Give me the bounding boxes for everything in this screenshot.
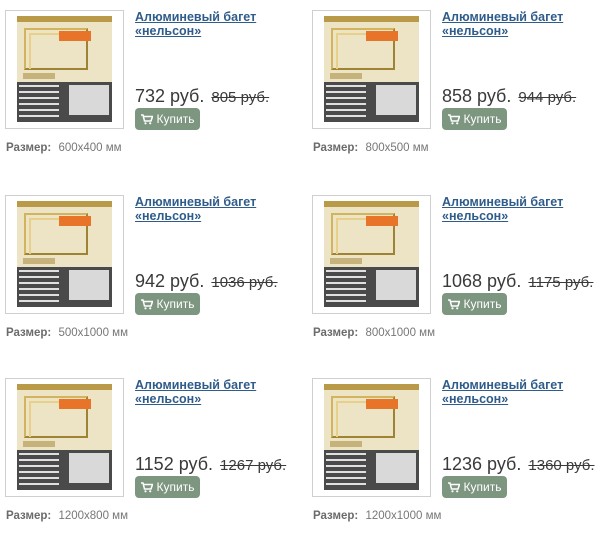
- package-image: [17, 16, 112, 122]
- product-title-link[interactable]: Алюминевый багет «нельсон»: [442, 10, 602, 38]
- product-image[interactable]: [5, 10, 124, 129]
- size-info: Размер: 500x1000 мм: [6, 327, 128, 339]
- buy-button[interactable]: Купить: [135, 293, 200, 315]
- price: 942 руб. 1036 руб.: [135, 271, 278, 292]
- size-value: 600x400 мм: [58, 142, 122, 154]
- size-label: Размер:: [313, 142, 359, 154]
- buy-button-label: Купить: [463, 297, 502, 311]
- buy-button[interactable]: Купить: [135, 108, 200, 130]
- product-card: Алюминевый багет «нельсон» 1068 руб. 117…: [307, 185, 607, 360]
- package-image: [17, 384, 112, 490]
- product-title-line1: Алюминевый багет: [442, 195, 564, 209]
- product-title-line2: «нельсон»: [135, 24, 202, 38]
- size-value: 500x1000 мм: [58, 327, 128, 339]
- product-title-link[interactable]: Алюминевый багет «нельсон»: [442, 195, 602, 223]
- buy-button-label: Купить: [463, 112, 502, 126]
- product-card: Алюминевый багет «нельсон» 1236 руб. 136…: [307, 368, 607, 543]
- shopping-cart-icon: [447, 481, 460, 492]
- product-image[interactable]: [312, 10, 431, 129]
- buy-button-label: Купить: [463, 480, 502, 494]
- size-label: Размер:: [313, 510, 359, 522]
- old-price: 1175 руб.: [528, 274, 594, 291]
- product-title-line2: «нельсон»: [442, 392, 509, 406]
- old-price: 1267 руб.: [220, 457, 287, 474]
- current-price: 942 руб.: [135, 271, 205, 291]
- buy-button-label: Купить: [156, 297, 195, 311]
- package-image: [324, 384, 419, 490]
- price: 1236 руб. 1360 руб.: [442, 454, 595, 475]
- product-image[interactable]: [312, 195, 431, 314]
- package-image: [17, 201, 112, 307]
- shopping-cart-icon: [140, 481, 153, 492]
- buy-button[interactable]: Купить: [442, 108, 507, 130]
- product-title-line2: «нельсон»: [135, 209, 202, 223]
- product-title-line1: Алюминевый багет: [135, 195, 257, 209]
- product-title-line2: «нельсон»: [135, 392, 202, 406]
- package-image: [324, 201, 419, 307]
- product-title-link[interactable]: Алюминевый багет «нельсон»: [135, 378, 295, 406]
- buy-button[interactable]: Купить: [442, 293, 507, 315]
- product-title-link[interactable]: Алюминевый багет «нельсон»: [135, 195, 295, 223]
- product-title-link[interactable]: Алюминевый багет «нельсон»: [442, 378, 602, 406]
- shopping-cart-icon: [447, 113, 460, 124]
- size-info: Размер: 1200x800 мм: [6, 510, 128, 522]
- size-label: Размер:: [313, 327, 359, 339]
- product-image[interactable]: [5, 378, 124, 497]
- product-card: Алюминевый багет «нельсон» 858 руб. 944 …: [307, 0, 607, 175]
- current-price: 1068 руб.: [442, 271, 522, 291]
- old-price: 1360 руб.: [528, 457, 595, 474]
- product-title-line1: Алюминевый багет: [135, 378, 257, 392]
- product-title-link[interactable]: Алюминевый багет «нельсон»: [135, 10, 295, 38]
- price: 858 руб. 944 руб.: [442, 86, 576, 107]
- product-title-line2: «нельсон»: [442, 24, 509, 38]
- size-value: 800x500 мм: [365, 142, 429, 154]
- price: 1152 руб. 1267 руб.: [135, 454, 286, 475]
- product-image[interactable]: [5, 195, 124, 314]
- product-title-line2: «нельсон»: [442, 209, 509, 223]
- current-price: 1152 руб.: [135, 454, 214, 474]
- shopping-cart-icon: [447, 298, 460, 309]
- shopping-cart-icon: [140, 113, 153, 124]
- product-title-line1: Алюминевый багет: [442, 378, 564, 392]
- price: 1068 руб. 1175 руб.: [442, 271, 593, 292]
- product-card: Алюминевый багет «нельсон» 732 руб. 805 …: [0, 0, 300, 175]
- size-info: Размер: 1200x1000 мм: [313, 510, 441, 522]
- size-value: 1200x800 мм: [58, 510, 128, 522]
- current-price: 732 руб.: [135, 86, 205, 106]
- current-price: 1236 руб.: [442, 454, 522, 474]
- old-price: 944 руб.: [518, 89, 577, 106]
- size-info: Размер: 800x500 мм: [313, 142, 429, 154]
- product-card: Алюминевый багет «нельсон» 942 руб. 1036…: [0, 185, 300, 360]
- product-image[interactable]: [312, 378, 431, 497]
- size-info: Размер: 600x400 мм: [6, 142, 122, 154]
- buy-button-label: Купить: [156, 112, 195, 126]
- old-price: 805 руб.: [211, 89, 270, 106]
- product-title-line1: Алюминевый багет: [442, 10, 564, 24]
- price: 732 руб. 805 руб.: [135, 86, 269, 107]
- current-price: 858 руб.: [442, 86, 512, 106]
- size-info: Размер: 800x1000 мм: [313, 327, 435, 339]
- buy-button[interactable]: Купить: [135, 476, 200, 498]
- size-label: Размер:: [6, 142, 52, 154]
- size-label: Размер:: [6, 510, 52, 522]
- size-value: 800x1000 мм: [365, 327, 435, 339]
- product-title-line1: Алюминевый багет: [135, 10, 257, 24]
- size-label: Размер:: [6, 327, 52, 339]
- buy-button-label: Купить: [156, 480, 195, 494]
- buy-button[interactable]: Купить: [442, 476, 507, 498]
- package-image: [324, 16, 419, 122]
- old-price: 1036 руб.: [211, 274, 278, 291]
- shopping-cart-icon: [140, 298, 153, 309]
- product-card: Алюминевый багет «нельсон» 1152 руб. 126…: [0, 368, 300, 543]
- size-value: 1200x1000 мм: [365, 510, 442, 522]
